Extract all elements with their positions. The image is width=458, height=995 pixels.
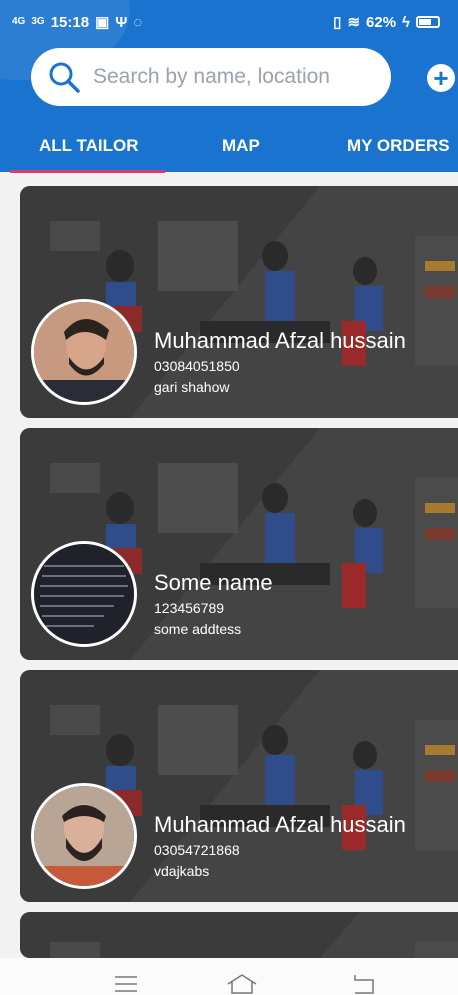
tailor-address: vdajkabs [154,863,210,879]
vibrate-icon: ▯ [333,14,342,31]
tab-bar: ALL TAILOR MAP MY ORDERS [0,128,458,172]
search-bar[interactable] [31,48,391,106]
search-input[interactable] [91,64,385,90]
tailor-card[interactable]: Some name 123456789 some addtess [20,428,458,660]
notification-icon: ▣ [95,14,110,31]
tailor-workshop-illustration [20,912,458,958]
status-time: 15:18 [50,13,90,31]
avatar [31,299,137,405]
whatsapp-icon: ◌ [133,13,143,31]
battery-percent: 62% [366,13,397,31]
tailor-phone: 123456789 [154,600,225,616]
plus-icon: + [433,63,449,93]
wifi-icon: ≋ [347,14,361,31]
back-icon[interactable] [352,974,376,994]
tailor-name: Some name [154,570,273,595]
avatar [31,783,137,889]
tab-indicator [10,170,165,173]
search-icon [49,62,80,93]
charging-icon: ϟ [402,13,410,31]
system-nav-bar [0,958,458,995]
tailor-name: Muhammad Afzal hussain [154,328,406,353]
tab-map[interactable]: MAP [222,136,260,156]
tailor-address: gari shahow [154,379,230,395]
tailor-card-partial[interactable] [20,912,458,958]
signal-1-icon: 4G [12,16,26,27]
tab-all-tailor[interactable]: ALL TAILOR [39,136,138,156]
home-icon[interactable] [227,974,257,994]
tailor-name: Muhammad Afzal hussain [154,812,406,837]
signal-2-icon: 3G [31,16,45,27]
tailor-phone: 03054721868 [154,842,240,858]
tailor-phone: 03084051850 [154,358,240,374]
tab-my-orders[interactable]: MY ORDERS [347,136,450,156]
tailor-card[interactable]: Muhammad Afzal hussain 03054721868 vdajk… [20,670,458,902]
usb-icon: Ψ [115,13,128,31]
add-button[interactable]: + [427,64,455,92]
battery-icon [416,16,440,28]
tailor-card[interactable]: Muhammad Afzal hussain 03084051850 gari … [20,186,458,418]
tailor-address: some addtess [154,621,242,637]
avatar [31,541,137,647]
menu-icon[interactable] [115,976,137,992]
status-bar: 4G 3G 15:18 ▣ Ψ ◌ ▯ ≋ 62% ϟ [0,0,458,46]
